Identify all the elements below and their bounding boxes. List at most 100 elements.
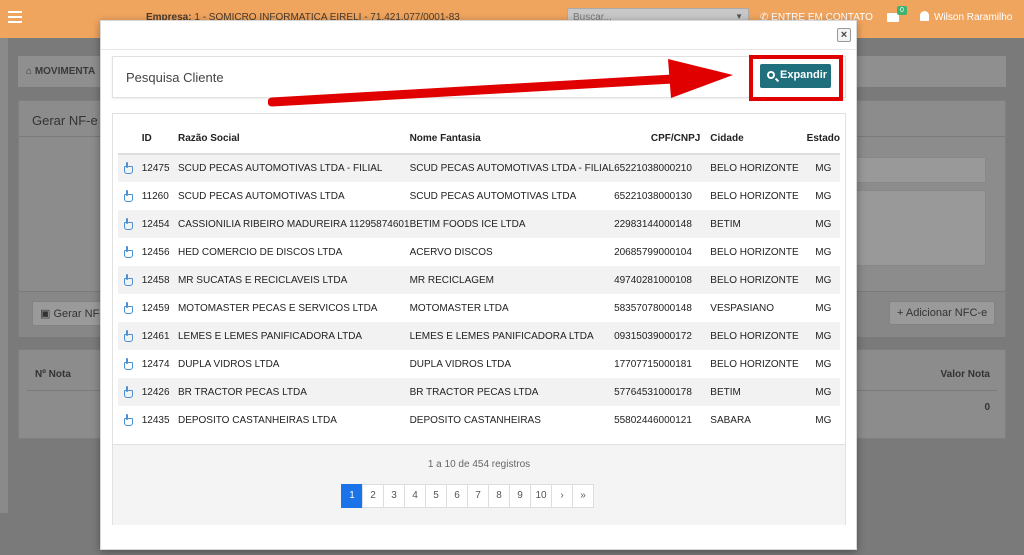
page-button[interactable]: 8 (488, 484, 510, 508)
cell-fantasia: MR RECICLAGEM (409, 266, 615, 294)
annotation-arrow (268, 59, 733, 107)
select-hand-icon[interactable] (123, 357, 134, 370)
table-row[interactable]: 12474 DUPLA VIDROS LTDA DUPLA VIDROS LTD… (118, 350, 840, 378)
col-estado[interactable]: Estado (806, 124, 840, 155)
menu-icon[interactable] (8, 11, 22, 23)
col-cpf-cnpj[interactable]: CPF/CNPJ (614, 124, 701, 155)
cell-cidade: BELO HORIZONTE (700, 266, 807, 294)
page-button[interactable]: 10 (530, 484, 552, 508)
cell-id: 12459 (141, 302, 170, 314)
select-hand-icon[interactable] (123, 189, 134, 202)
cell-razao: MOTOMASTER PECAS E SERVICOS LTDA (177, 302, 378, 314)
panel-title: Gerar NF-e a (32, 113, 109, 128)
cell-razao: MR SUCATAS E RECICLAVEIS LTDA (177, 266, 410, 294)
cell-razao: CASSIONILIA RIBEIRO MADUREIRA 1129587460… (177, 210, 410, 238)
table-row[interactable]: 12459 MOTOMASTER PECAS E SERVICOS LTDA M… (118, 294, 840, 322)
select-hand-icon[interactable] (123, 217, 134, 230)
cell-razao: HED COMERCIO DE DISCOS LTDA (177, 246, 343, 258)
cell-estado: MG (815, 190, 832, 202)
col-razao-social[interactable]: Razão Social (177, 124, 410, 155)
select-hand-icon[interactable] (123, 301, 134, 314)
cell-fantasia: DEPOSITO CASTANHEIRAS (409, 414, 541, 426)
cell-cidade: BELO HORIZONTE (700, 322, 807, 350)
cell-cidade: BETIM (700, 378, 807, 406)
table-row[interactable]: 12475 SCUD PECAS AUTOMOTIVAS LTDA - FILI… (118, 154, 840, 182)
arrow-head (668, 59, 733, 98)
page-button[interactable]: 9 (509, 484, 531, 508)
select-hand-icon[interactable] (123, 273, 134, 286)
table-row[interactable]: 12454 CASSIONILIA RIBEIRO MADUREIRA 1129… (118, 210, 840, 238)
table-footer: 1 a 10 de 454 registros 1 2 3 4 5 6 7 8 … (113, 444, 845, 525)
cell-cpf: 17707715000181 (614, 358, 692, 370)
cell-cpf: 57764531000178 (614, 378, 701, 406)
col-select (118, 124, 138, 155)
cell-cidade: BELO HORIZONTE (700, 154, 807, 182)
cell-id: 11260 (141, 190, 169, 202)
save-icon: ▣ (40, 308, 51, 320)
col-nome-fantasia[interactable]: Nome Fantasia (409, 124, 615, 155)
page-button[interactable]: 1 (341, 484, 363, 508)
cell-id: 12426 (137, 378, 178, 406)
cell-estado: MG (815, 358, 832, 370)
page-button[interactable]: 2 (362, 484, 384, 508)
last-page-button[interactable]: » (572, 484, 594, 508)
table-row[interactable]: 12435 DEPOSITO CASTANHEIRAS LTDA DEPOSIT… (118, 406, 840, 434)
modal-title: Pesquisa Cliente (126, 70, 224, 85)
cell-fantasia: SCUD PECAS AUTOMOTIVAS LTDA - FILIAL (409, 154, 615, 182)
cell-id: 12435 (141, 414, 170, 426)
close-button[interactable]: × (837, 28, 851, 42)
cell-estado: MG (806, 210, 840, 238)
cell-fantasia: LEMES E LEMES PANIFICADORA LTDA (409, 322, 615, 350)
select-hand-icon[interactable] (123, 413, 134, 426)
home-icon: ⌂ (26, 66, 33, 77)
expand-label: Expandir (780, 69, 828, 81)
cell-cpf: 65221038000210 (614, 154, 701, 182)
user-name: Wilson Raramilho (934, 12, 1013, 23)
breadcrumb-label: MOVIMENTA (34, 66, 96, 77)
cell-razao: LEMES E LEMES PANIFICADORA LTDA (177, 322, 410, 350)
table-row[interactable]: 12456 HED COMERCIO DE DISCOS LTDA ACERVO… (118, 238, 840, 266)
pagination: 1 2 3 4 5 6 7 8 9 10 › » (341, 484, 594, 508)
plus-icon: + (897, 307, 904, 319)
table-row[interactable]: 11260 SCUD PECAS AUTOMOTIVAS LTDA SCUD P… (118, 182, 840, 210)
cell-cidade: SABARA (710, 414, 751, 426)
add-nfce-button[interactable]: + Adicionar NFC-e (889, 301, 996, 325)
cell-cpf: 65221038000130 (614, 190, 692, 202)
cell-estado: MG (806, 154, 840, 182)
cell-razao: DUPLA VIDROS LTDA (177, 358, 280, 370)
select-hand-icon[interactable] (123, 162, 134, 174)
cell-cpf: 55802446000121 (614, 414, 692, 426)
arrow-shaft (268, 74, 678, 107)
sidebar-edge (0, 38, 8, 513)
records-info: 1 a 10 de 454 registros (427, 459, 531, 470)
select-hand-icon[interactable] (123, 385, 134, 398)
col-valor-header: Valor Nota (940, 369, 990, 380)
cell-cpf: 22983144000148 (614, 210, 701, 238)
cell-cidade: VESPASIANO (710, 302, 775, 314)
select-hand-icon[interactable] (123, 329, 134, 342)
col-cidade[interactable]: Cidade (700, 124, 807, 155)
cell-estado: MG (815, 302, 832, 314)
table-row[interactable]: 12458 MR SUCATAS E RECICLAVEIS LTDA MR R… (118, 266, 840, 294)
page-button[interactable]: 3 (383, 484, 405, 508)
valor-total: 0 (984, 402, 990, 413)
clients-table: ID Razão Social Nome Fantasia CPF/CNPJ C… (118, 124, 840, 434)
cell-id: 12475 (137, 154, 178, 182)
user-menu[interactable]: Wilson Raramilho (920, 11, 1012, 23)
next-page-button[interactable]: › (551, 484, 573, 508)
page-button[interactable]: 6 (446, 484, 468, 508)
page-button[interactable]: 4 (404, 484, 426, 508)
select-hand-icon[interactable] (123, 245, 134, 258)
add-nfce-label: Adicionar NFC-e (905, 307, 988, 319)
cell-cpf: 49740281000108 (614, 266, 701, 294)
table-row[interactable]: 12461 LEMES E LEMES PANIFICADORA LTDA LE… (118, 322, 840, 350)
cell-cidade: BETIM (700, 210, 807, 238)
table-row[interactable]: 12426 BR TRACTOR PECAS LTDA BR TRACTOR P… (118, 378, 840, 406)
expand-button[interactable]: Expandir (760, 64, 831, 88)
col-id[interactable]: ID (137, 124, 178, 155)
page-button[interactable]: 5 (425, 484, 447, 508)
cell-fantasia: BR TRACTOR PECAS LTDA (409, 378, 615, 406)
cell-cidade: BELO HORIZONTE (710, 190, 799, 202)
page-button[interactable]: 7 (467, 484, 489, 508)
search-icon (767, 71, 775, 79)
